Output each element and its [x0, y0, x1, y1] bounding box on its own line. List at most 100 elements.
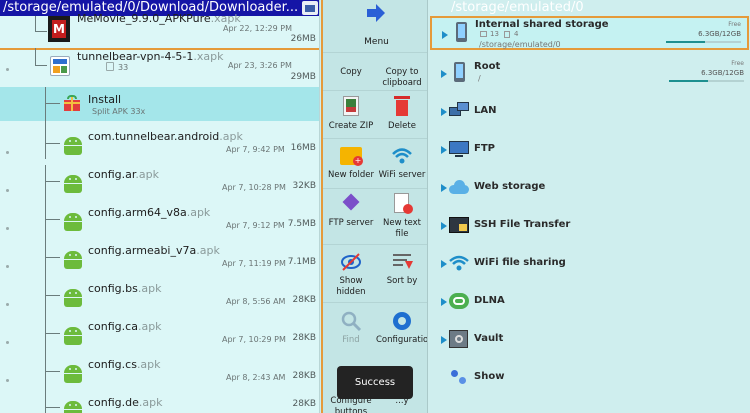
dlna-item[interactable]: DLNA: [429, 284, 750, 320]
file-date: Apr 7, 10:28 PM: [222, 183, 286, 192]
expand-arrow-icon[interactable]: [441, 184, 447, 192]
copy-to-clipboard-button[interactable]: Copy to clipboard: [376, 56, 427, 89]
folder-size: 29MB: [290, 72, 316, 82]
file-ext: .apk: [135, 168, 160, 181]
file-ext: .apk: [196, 244, 220, 257]
new-folder-button[interactable]: + New folder: [325, 145, 377, 181]
list-item-tunnelbear-xapk[interactable]: tunnelbear-vpn-4-5-1.xapk 33 Apr 23, 3:2…: [0, 48, 319, 85]
storage-size: 6.3GB/12GB: [701, 69, 744, 77]
file-name: config.ca: [88, 320, 138, 333]
phone-storage-icon: [454, 62, 465, 82]
root-storage-item[interactable]: Root / Free 6.3GB/12GB: [429, 56, 750, 92]
expand-arrow-icon[interactable]: [441, 70, 447, 78]
android-apk-icon: [64, 287, 82, 307]
expand-arrow-icon[interactable]: [441, 222, 447, 230]
expand-arrow-icon[interactable]: [441, 108, 447, 116]
android-apk-icon: [64, 211, 82, 231]
android-apk-icon: [64, 363, 82, 383]
wifi-sharing-item[interactable]: WiFi file sharing: [429, 246, 750, 282]
file-size: 28KB: [292, 333, 316, 343]
vault-item[interactable]: Vault: [429, 322, 750, 358]
storage-file-count: 4: [514, 30, 519, 38]
list-item[interactable]: config.armeabi_v7a.apk Apr 7, 11:19 PM 7…: [0, 241, 319, 279]
expand-arrow-icon[interactable]: [441, 260, 447, 268]
menu-title: Menu: [364, 37, 389, 47]
wifi-server-button[interactable]: WiFi server: [376, 145, 427, 181]
new-text-file-icon: [391, 193, 413, 215]
dlna-label: DLNA: [474, 295, 505, 306]
show-label: Show: [474, 371, 505, 382]
file-size: 7.5MB: [287, 219, 316, 229]
file-count-icon: [106, 62, 114, 71]
wifi-sharing-label: WiFi file sharing: [474, 257, 566, 268]
file-ext: .apk: [136, 358, 161, 371]
list-item-memovie[interactable]: M MeMovie_9.9.0_APKPure.xapk Apr 22, 12:…: [0, 12, 319, 48]
show-item[interactable]: Show: [429, 360, 750, 396]
list-item[interactable]: com.tunnelbear.android.apk Apr 7, 9:42 P…: [0, 121, 319, 165]
storage-path: /: [478, 74, 481, 83]
file-date: Apr 22, 12:29 PM: [223, 24, 292, 33]
expand-arrow-icon[interactable]: [441, 298, 447, 306]
expand-arrow-icon[interactable]: [441, 146, 447, 154]
web-storage-label: Web storage: [474, 181, 546, 192]
new-text-file-button[interactable]: New text file: [376, 193, 427, 240]
ftp-server-icon: [340, 193, 362, 215]
internal-storage-item[interactable]: Internal shared storage 13 4 /storage/em…: [430, 16, 749, 50]
context-menu-panel[interactable]: Menu Copy Copy to clipboard Create ZIP D…: [321, 0, 428, 413]
configuration-button[interactable]: Configuration: [376, 310, 427, 346]
ftp-server-button[interactable]: FTP server: [325, 193, 377, 229]
ssh-item[interactable]: SSH File Transfer: [429, 208, 750, 244]
left-file-pane[interactable]: /storage/emulated/0/Download/Downloader.…: [0, 0, 320, 413]
expand-arrow-icon[interactable]: [442, 31, 448, 39]
file-size: 32KB: [292, 181, 316, 191]
storage-free-label: Free: [731, 60, 744, 67]
storage-path: /storage/emulated/0: [479, 40, 561, 49]
file-ext: .apk: [138, 396, 163, 409]
ftp-item[interactable]: FTP: [429, 132, 750, 168]
web-storage-item[interactable]: Web storage: [429, 170, 750, 206]
file-date: Apr 7, 9:12 PM: [226, 221, 285, 230]
install-sublabel: Split APK 33x: [92, 107, 146, 116]
menu-header[interactable]: Menu: [323, 0, 427, 52]
delete-button[interactable]: Delete: [376, 96, 427, 132]
list-item[interactable]: config.ca.apk Apr 7, 10:29 PM 28KB: [0, 317, 319, 355]
file-name: config.arm64_v8a: [88, 206, 187, 219]
arrow-right-icon[interactable]: [365, 2, 387, 24]
copy-button[interactable]: Copy: [325, 56, 377, 78]
storage-usage-fill: [669, 80, 708, 82]
path-selector-icon[interactable]: [302, 1, 318, 15]
storage-folder-count: 13: [490, 30, 499, 38]
android-apk-icon: [64, 325, 82, 345]
zip-icon: [340, 96, 362, 118]
android-apk-icon: [64, 135, 82, 155]
create-zip-button[interactable]: Create ZIP: [325, 96, 377, 132]
file-size: 28KB: [292, 295, 316, 305]
right-path-bar[interactable]: /storage/emulated/0: [429, 0, 750, 16]
file-name: config.bs: [88, 282, 138, 295]
sort-icon: [391, 251, 413, 273]
ftp-icon: [449, 139, 469, 159]
show-icon: [449, 367, 469, 387]
file-name: config.ar: [88, 168, 136, 181]
right-file-pane[interactable]: /storage/emulated/0 Internal shared stor…: [429, 0, 750, 413]
list-item[interactable]: config.arm64_v8a.apk Apr 7, 9:12 PM 7.5M…: [0, 203, 319, 241]
list-item[interactable]: config.cs.apk Apr 8, 2:43 AM 28KB: [0, 355, 319, 393]
list-item[interactable]: config.bs.apk Apr 8, 5:56 AM 28KB: [0, 279, 319, 317]
ssh-icon: [449, 215, 469, 235]
new-folder-icon: +: [340, 145, 363, 167]
list-item[interactable]: config.ar.apk Apr 7, 10:28 PM 32KB: [0, 165, 319, 203]
file-size: 28KB: [292, 399, 316, 409]
list-item[interactable]: config.de.apk 28KB: [0, 393, 319, 413]
lan-item[interactable]: LAN: [429, 94, 750, 130]
android-apk-icon: [64, 249, 82, 269]
storage-free-label: Free: [728, 21, 741, 28]
install-split-apk-item[interactable]: Install Split APK 33x: [0, 87, 319, 121]
show-hidden-button[interactable]: Show hidden: [325, 251, 377, 298]
file-size: 26MB: [290, 34, 316, 44]
sort-by-button[interactable]: Sort by: [376, 251, 427, 287]
expand-arrow-icon[interactable]: [441, 336, 447, 344]
ftp-label: FTP: [474, 143, 495, 154]
storage-name: Root: [474, 61, 501, 72]
xapk-package-icon: [50, 56, 70, 76]
find-button[interactable]: Find: [325, 310, 377, 346]
